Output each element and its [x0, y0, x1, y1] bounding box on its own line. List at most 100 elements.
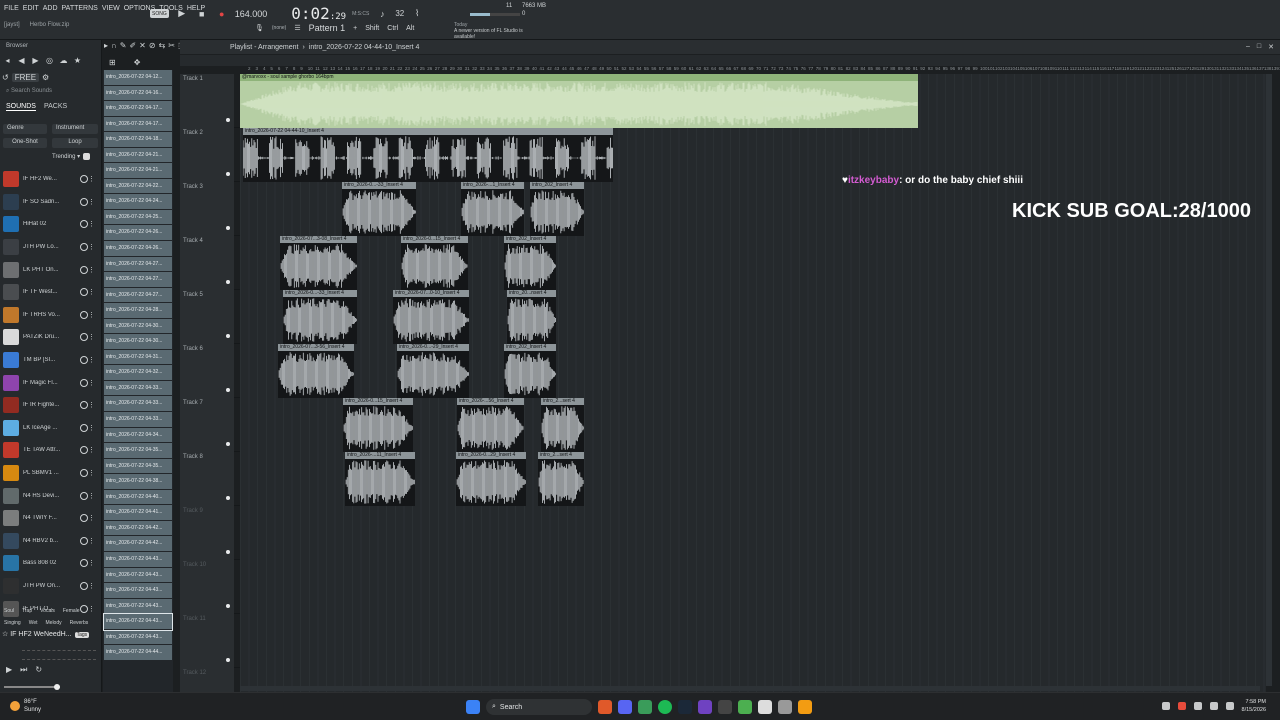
taskbar-search[interactable]: ⌕ Search	[486, 699, 592, 715]
track-header[interactable]: Track 8	[180, 452, 234, 506]
menu-add[interactable]: ADD	[43, 5, 58, 12]
sound-item[interactable]: JTH PW Lo... ⋮	[0, 236, 100, 259]
track-led-icon[interactable]	[226, 442, 230, 446]
audio-clip[interactable]: intro_202_Insert 4	[530, 182, 584, 236]
track-header[interactable]: Track 9	[180, 506, 234, 560]
maximize-icon[interactable]: □	[1257, 43, 1261, 51]
track-header[interactable]: Track 4	[180, 236, 234, 290]
sound-item[interactable]: N4 RBV2 b... ⋮	[0, 530, 100, 553]
add-sound-icon[interactable]	[80, 514, 88, 523]
sound-item[interactable]: IF TF West... ⋮	[0, 281, 100, 304]
toggle-icon[interactable]	[83, 153, 91, 160]
clip-source-item[interactable]: intro_2026-07-22 04-33...	[104, 396, 172, 413]
add-sound-icon[interactable]	[80, 175, 88, 184]
audio-clip[interactable]: intro_2026-...56_Insert 4	[457, 398, 524, 452]
clip-source-item[interactable]: intro_2026-07-22 04-35...	[104, 443, 172, 459]
oneshot-filter[interactable]: One-Shot	[3, 138, 47, 148]
preview-volume-slider[interactable]	[4, 684, 60, 690]
clip-source-item[interactable]: intro_2026-07-22 04-33...	[104, 380, 172, 397]
add-pattern-icon[interactable]: +	[353, 25, 357, 32]
more-options-icon[interactable]: ⋮	[88, 559, 95, 567]
more-options-icon[interactable]: ⋮	[88, 175, 95, 183]
sound-item[interactable]: Bass 808 02 ⋮	[0, 552, 100, 575]
track-header[interactable]: Track 6	[180, 344, 234, 398]
clip-source-item[interactable]: intro_2026-07-22 04-21...	[104, 163, 172, 179]
menu-file[interactable]: FILE	[4, 5, 19, 12]
steam-icon[interactable]	[678, 700, 692, 714]
draw-icon[interactable]: ✎	[120, 41, 127, 50]
shift-key[interactable]: Shift	[365, 25, 379, 32]
add-sound-icon[interactable]	[80, 536, 88, 545]
obs-icon[interactable]	[698, 700, 712, 714]
add-sound-icon[interactable]	[80, 401, 88, 410]
clip-source-item[interactable]: intro_2026-07-22 04-34...	[104, 427, 172, 444]
sound-item[interactable]: IF SO Sadn... ⋮	[0, 191, 100, 214]
more-options-icon[interactable]: ⋮	[88, 266, 95, 274]
audio-clip[interactable]: intro_2026-0...29_Insert 4	[456, 452, 526, 506]
sound-item[interactable]: IF TRHS Vo... ⋮	[0, 304, 100, 327]
track-lane[interactable]	[240, 506, 1266, 560]
clip-source-item[interactable]: intro_2026-07-22 04-18...	[104, 132, 172, 148]
track-lane[interactable]	[240, 614, 1266, 668]
more-options-icon[interactable]: ⋮	[88, 492, 95, 500]
add-sound-icon[interactable]	[80, 446, 88, 455]
clip-source-item[interactable]: intro_2026-07-22 04-35...	[104, 458, 172, 475]
cloud-icon[interactable]: ☁	[58, 56, 69, 65]
sound-item[interactable]: IF HF2 We... ⋮	[0, 168, 100, 191]
back-icon[interactable]: ◀	[16, 56, 27, 65]
more-options-icon[interactable]: ⋮	[88, 198, 95, 206]
sound-item[interactable]: LK IceAge ... ⋮	[0, 417, 100, 440]
step-mode[interactable]: 32	[395, 9, 404, 18]
track-lane[interactable]: intro_2026-07...3-56_Insert 4 intro_2026-…	[240, 344, 1266, 398]
channel-none[interactable]: (none)	[272, 25, 286, 31]
genre-tag[interactable]: Soul	[4, 608, 14, 614]
clip-source-item[interactable]: intro_2026-07-22 04-43...	[104, 598, 172, 615]
track-header[interactable]: Track 7	[180, 398, 234, 452]
capcut-icon[interactable]	[758, 700, 772, 714]
sound-item[interactable]: PATZiK Dru... ⋮	[0, 326, 100, 349]
add-sound-icon[interactable]	[80, 469, 88, 478]
audio-clip[interactable]: @marvoxx - soul sample ghorbo 164bpm	[240, 74, 918, 128]
record-icon[interactable]: ●	[215, 8, 229, 20]
audio-clip[interactable]: intro_2026-07-22 04-44-10_Insert 4	[243, 128, 613, 182]
preview-skip-icon[interactable]: ⏭	[20, 665, 27, 675]
track-header[interactable]: Track 3	[180, 182, 234, 236]
loop-filter[interactable]: Loop	[52, 138, 98, 148]
vertical-scrollbar[interactable]	[1266, 74, 1272, 686]
sound-item[interactable]: JTH PW On... ⋮	[0, 575, 100, 598]
clip-source-item[interactable]: intro_2026-07-22 04-42...	[104, 536, 172, 552]
more-options-icon[interactable]: ⋮	[88, 379, 95, 387]
pattern-song-toggle[interactable]: SONG	[150, 9, 169, 18]
audio-clip[interactable]: intro_2026-07...3-56_Insert 4	[278, 344, 354, 398]
sound-item[interactable]: IF Magic Fl... ⋮	[0, 371, 100, 394]
brave-icon[interactable]	[598, 700, 612, 714]
star-icon[interactable]: ★	[72, 56, 83, 65]
track-led-icon[interactable]	[226, 658, 230, 662]
clip-source-item[interactable]: intro_2026-07-22 04-17...	[104, 101, 172, 117]
free-toggle[interactable]: FREE	[11, 73, 40, 82]
menu-arrow-icon[interactable]: ▸	[104, 41, 108, 50]
clip-source-item[interactable]: intro_2026-07-22 04-22...	[104, 178, 172, 195]
sound-item[interactable]: N4 HS Devi... ⋮	[0, 484, 100, 507]
more-options-icon[interactable]: ⋮	[88, 537, 95, 545]
genre-tag[interactable]: Wet	[29, 620, 38, 626]
clip-source-item[interactable]: intro_2026-07-22 04-43...	[103, 613, 173, 631]
more-options-icon[interactable]: ⋮	[88, 356, 95, 364]
track-lane[interactable]: intro_2026-07...3-08_Insert 4 intro_2026-…	[240, 236, 1266, 290]
sound-item[interactable]: PL SBMV1 ... ⋮	[0, 462, 100, 485]
add-sound-icon[interactable]	[80, 491, 88, 500]
audio-clip[interactable]: intro_202_Insert 4	[504, 344, 556, 398]
mic-icon[interactable]: 🎙	[255, 24, 264, 32]
track-led-icon[interactable]	[226, 280, 230, 284]
settings-icon[interactable]: ⚙	[42, 73, 49, 82]
track-led-icon[interactable]	[226, 226, 230, 230]
sound-item[interactable]: HiHat 02 ⋮	[0, 213, 100, 236]
tab-packs[interactable]: PACKS	[44, 103, 67, 111]
more-options-icon[interactable]: ⋮	[88, 288, 95, 296]
clip-source-item[interactable]: intro_2026-07-22 04-27...	[104, 272, 172, 288]
clip-source-item[interactable]: intro_2026-07-22 04-32...	[104, 365, 172, 381]
clip-source-item[interactable]: intro_2026-07-22 04-41...	[104, 505, 172, 521]
track-lane[interactable]	[240, 560, 1266, 614]
genre-tag[interactable]: Singing	[4, 620, 21, 626]
add-sound-icon[interactable]	[80, 220, 88, 229]
